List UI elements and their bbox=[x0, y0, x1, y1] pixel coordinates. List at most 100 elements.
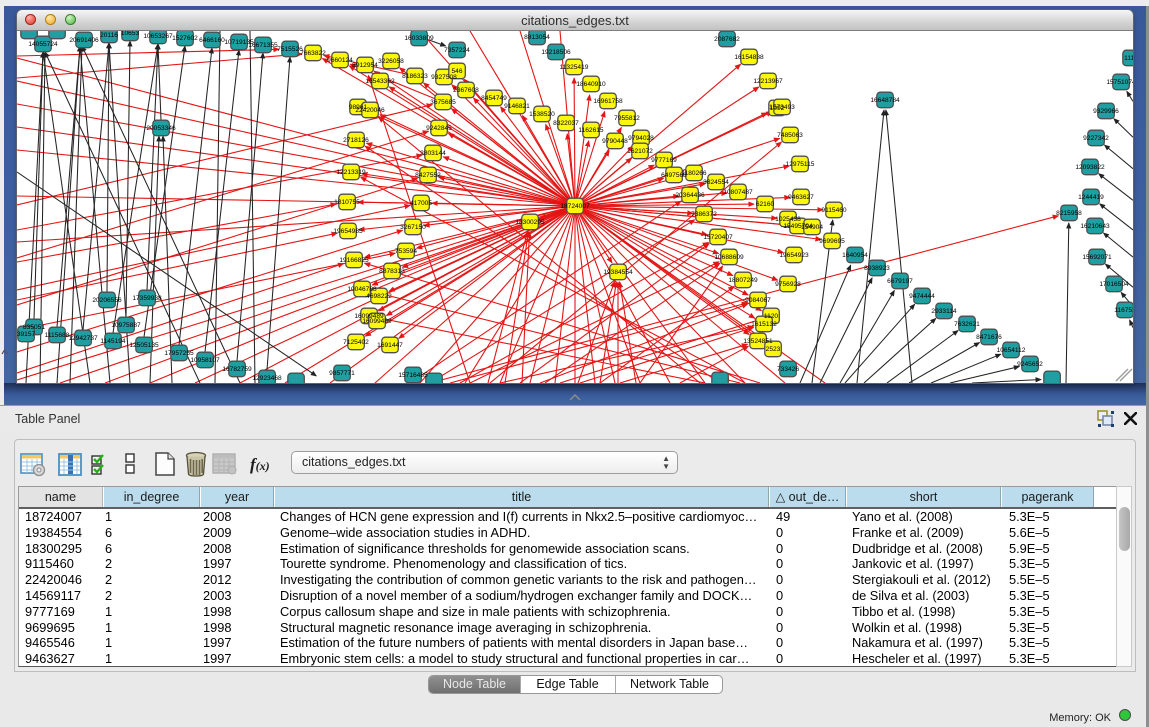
svg-text:10653267: 10653267 bbox=[143, 33, 173, 40]
svg-text:17016504: 17016504 bbox=[1099, 281, 1129, 288]
svg-text:1573493: 1573493 bbox=[769, 104, 795, 111]
svg-text:2803144: 2803144 bbox=[420, 150, 446, 157]
svg-text:19166825: 19166825 bbox=[339, 257, 369, 264]
svg-text:8215958: 8215958 bbox=[1056, 210, 1082, 217]
svg-text:18300295: 18300295 bbox=[515, 219, 545, 226]
svg-text:3267150: 3267150 bbox=[400, 224, 426, 231]
svg-text:12942737: 12942737 bbox=[68, 335, 98, 342]
svg-text:16210643: 16210643 bbox=[1080, 223, 1110, 230]
svg-text:9242845: 9242845 bbox=[426, 125, 452, 132]
svg-text:15720407: 15720407 bbox=[703, 234, 733, 241]
svg-text:1615132: 1615132 bbox=[751, 321, 777, 328]
svg-text:10807487: 10807487 bbox=[723, 189, 753, 196]
svg-text:8186323: 8186323 bbox=[402, 73, 428, 80]
svg-text:9327508: 9327508 bbox=[431, 74, 457, 81]
svg-text:1538520: 1538520 bbox=[529, 111, 555, 118]
svg-text:9777169: 9777169 bbox=[651, 157, 677, 164]
svg-text:16099489: 16099489 bbox=[362, 318, 392, 325]
svg-text:18807249: 18807249 bbox=[728, 277, 758, 284]
svg-text:9146821: 9146821 bbox=[504, 103, 530, 110]
svg-text:835051: 835051 bbox=[23, 324, 45, 331]
svg-text:9474444: 9474444 bbox=[909, 293, 935, 300]
svg-text:8912954: 8912954 bbox=[352, 62, 378, 69]
svg-text:9245652: 9245652 bbox=[1017, 361, 1043, 368]
svg-text:9699695: 9699695 bbox=[819, 238, 845, 245]
svg-text:1145194: 1145194 bbox=[100, 338, 126, 345]
svg-text:9857771: 9857771 bbox=[329, 370, 355, 377]
svg-text:1025438: 1025438 bbox=[775, 216, 801, 223]
svg-text:8471676: 8471676 bbox=[976, 334, 1002, 341]
svg-text:16648784: 16648784 bbox=[870, 97, 900, 104]
svg-text:16961758: 16961758 bbox=[593, 98, 623, 105]
svg-text:15692071: 15692071 bbox=[1082, 254, 1112, 261]
svg-text:12093822: 12093822 bbox=[1075, 164, 1105, 171]
svg-text:1115688: 1115688 bbox=[45, 332, 70, 339]
svg-text:10654112: 10654112 bbox=[997, 347, 1026, 354]
svg-text:2523: 2523 bbox=[766, 346, 781, 353]
svg-text:753594: 753594 bbox=[395, 248, 417, 255]
svg-text:9329966: 9329966 bbox=[1093, 108, 1119, 115]
svg-text:3675685: 3675685 bbox=[430, 99, 456, 106]
svg-text:18640910: 18640910 bbox=[576, 81, 606, 88]
svg-text:7485063: 7485063 bbox=[777, 132, 803, 139]
svg-text:116753: 116753 bbox=[1114, 307, 1133, 314]
svg-text:546: 546 bbox=[451, 68, 462, 75]
svg-text:8427552: 8427552 bbox=[415, 172, 441, 179]
svg-text:18724007: 18724007 bbox=[560, 203, 590, 210]
svg-text:6679197: 6679197 bbox=[887, 278, 913, 285]
svg-text:7386372: 7386372 bbox=[691, 211, 717, 218]
svg-text:1621072: 1621072 bbox=[627, 148, 653, 155]
svg-text:1691447: 1691447 bbox=[377, 342, 403, 349]
svg-text:12213319: 12213319 bbox=[336, 169, 366, 176]
svg-text:19218506: 19218506 bbox=[541, 49, 571, 56]
svg-text:15716485: 15716485 bbox=[398, 372, 428, 379]
svg-text:12213967: 12213967 bbox=[753, 78, 783, 85]
svg-text:4698222: 4698222 bbox=[366, 293, 392, 300]
svg-text:9084067: 9084067 bbox=[745, 297, 771, 304]
svg-text:8878313: 8878313 bbox=[379, 268, 405, 275]
svg-text:9660124: 9660124 bbox=[327, 57, 353, 64]
svg-text:1162615: 1162615 bbox=[578, 127, 604, 134]
svg-text:10688609: 10688609 bbox=[714, 254, 744, 261]
svg-text:20691406: 20691406 bbox=[69, 37, 99, 44]
svg-text:2718126: 2718126 bbox=[343, 137, 369, 144]
svg-text:14055724: 14055724 bbox=[28, 41, 58, 48]
svg-text:1527602: 1527602 bbox=[172, 35, 198, 42]
svg-text:16154838: 16154838 bbox=[734, 54, 764, 61]
svg-text:20364436: 20364436 bbox=[675, 192, 705, 199]
svg-text:9463627: 9463627 bbox=[788, 194, 814, 201]
svg-text:10958107: 10958107 bbox=[190, 357, 220, 364]
svg-text:20206556: 20206556 bbox=[92, 297, 122, 304]
svg-text:12923468: 12923468 bbox=[252, 375, 282, 382]
svg-text:20053346: 20053346 bbox=[146, 125, 176, 132]
svg-text:1112: 1112 bbox=[1124, 55, 1133, 62]
svg-text:20116: 20116 bbox=[100, 32, 118, 39]
svg-text:15751074: 15751074 bbox=[1106, 79, 1133, 86]
svg-text:16543362: 16543362 bbox=[365, 78, 395, 85]
svg-text:9227342: 9227342 bbox=[1083, 135, 1109, 142]
svg-text:1810755: 1810755 bbox=[334, 199, 360, 206]
svg-text:8454749: 8454749 bbox=[481, 95, 507, 102]
svg-text:7125402: 7125402 bbox=[343, 339, 369, 346]
svg-text:3824554: 3824554 bbox=[703, 179, 729, 186]
svg-text:7955812: 7955812 bbox=[614, 115, 640, 122]
svg-text:9756928: 9756928 bbox=[775, 281, 801, 288]
svg-text:8322037: 8322037 bbox=[553, 120, 579, 127]
svg-text:17359938: 17359938 bbox=[132, 295, 162, 302]
svg-text:19654923: 19654923 bbox=[779, 252, 809, 259]
svg-text:16033809: 16033809 bbox=[404, 35, 434, 42]
svg-text:39157: 39157 bbox=[17, 331, 35, 338]
svg-text:12505135: 12505135 bbox=[129, 342, 159, 349]
svg-text:1120: 1120 bbox=[764, 313, 779, 320]
svg-text:19384554: 19384554 bbox=[603, 269, 633, 276]
svg-text:1180266: 1180266 bbox=[681, 170, 707, 177]
svg-text:19654985: 19654985 bbox=[333, 228, 363, 235]
svg-text:16782759: 16782759 bbox=[222, 366, 252, 373]
svg-text:10975887: 10975887 bbox=[111, 322, 141, 329]
svg-text:6466160: 6466160 bbox=[199, 37, 225, 44]
svg-text:13524851: 13524851 bbox=[743, 338, 773, 345]
svg-text:2087682: 2087682 bbox=[714, 36, 740, 43]
svg-text:11325419: 11325419 bbox=[560, 64, 589, 71]
svg-text:9115460: 9115460 bbox=[821, 207, 847, 214]
svg-text:2367608: 2367608 bbox=[453, 87, 479, 94]
